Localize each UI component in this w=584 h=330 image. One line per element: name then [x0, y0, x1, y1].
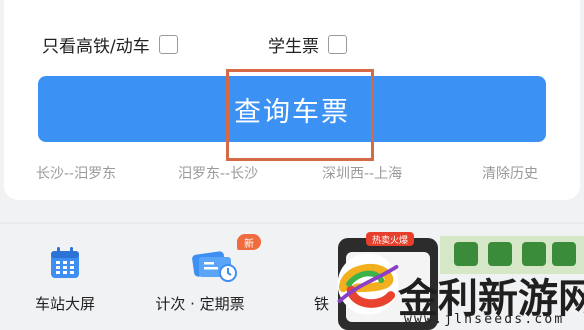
section-divider: [0, 222, 584, 224]
high-speed-only-checkbox[interactable]: [158, 35, 178, 54]
tool-label: 计次 · 定期票: [155, 295, 245, 313]
query-tickets-button[interactable]: 查询车票: [38, 76, 546, 142]
student-ticket-checkbox[interactable]: [328, 35, 347, 54]
tool-label: 车站大屏: [34, 295, 95, 313]
tool-station-screen[interactable]: 车站大屏: [0, 225, 130, 330]
calendar-icon: [51, 247, 79, 278]
watermark-logo-icon: [337, 253, 399, 315]
history-item[interactable]: 长沙--汨罗东: [36, 163, 116, 183]
query-tickets-label: 查询车票: [234, 96, 350, 128]
student-ticket-option[interactable]: 学生票: [268, 32, 347, 57]
history-item[interactable]: 汨罗东--长沙: [178, 163, 258, 183]
search-history: 长沙--汨罗东 汨罗东--长沙 深圳西--上海 清除历史: [0, 163, 584, 183]
history-item[interactable]: 深圳西--上海: [322, 163, 402, 183]
high-speed-only-label: 只看高铁/动车: [42, 37, 150, 57]
new-badge: 新: [237, 234, 261, 250]
watermark-url: www.jlnseeds.com: [404, 312, 565, 327]
student-ticket-label: 学生票: [268, 37, 319, 57]
high-speed-only-option[interactable]: 只看高铁/动车: [42, 32, 178, 57]
clear-history-link[interactable]: 清除历史: [482, 163, 538, 183]
tool-label: 铁: [314, 295, 330, 313]
hot-badge: 热卖火爆: [366, 232, 414, 246]
ticket-card-icon: [192, 251, 237, 282]
